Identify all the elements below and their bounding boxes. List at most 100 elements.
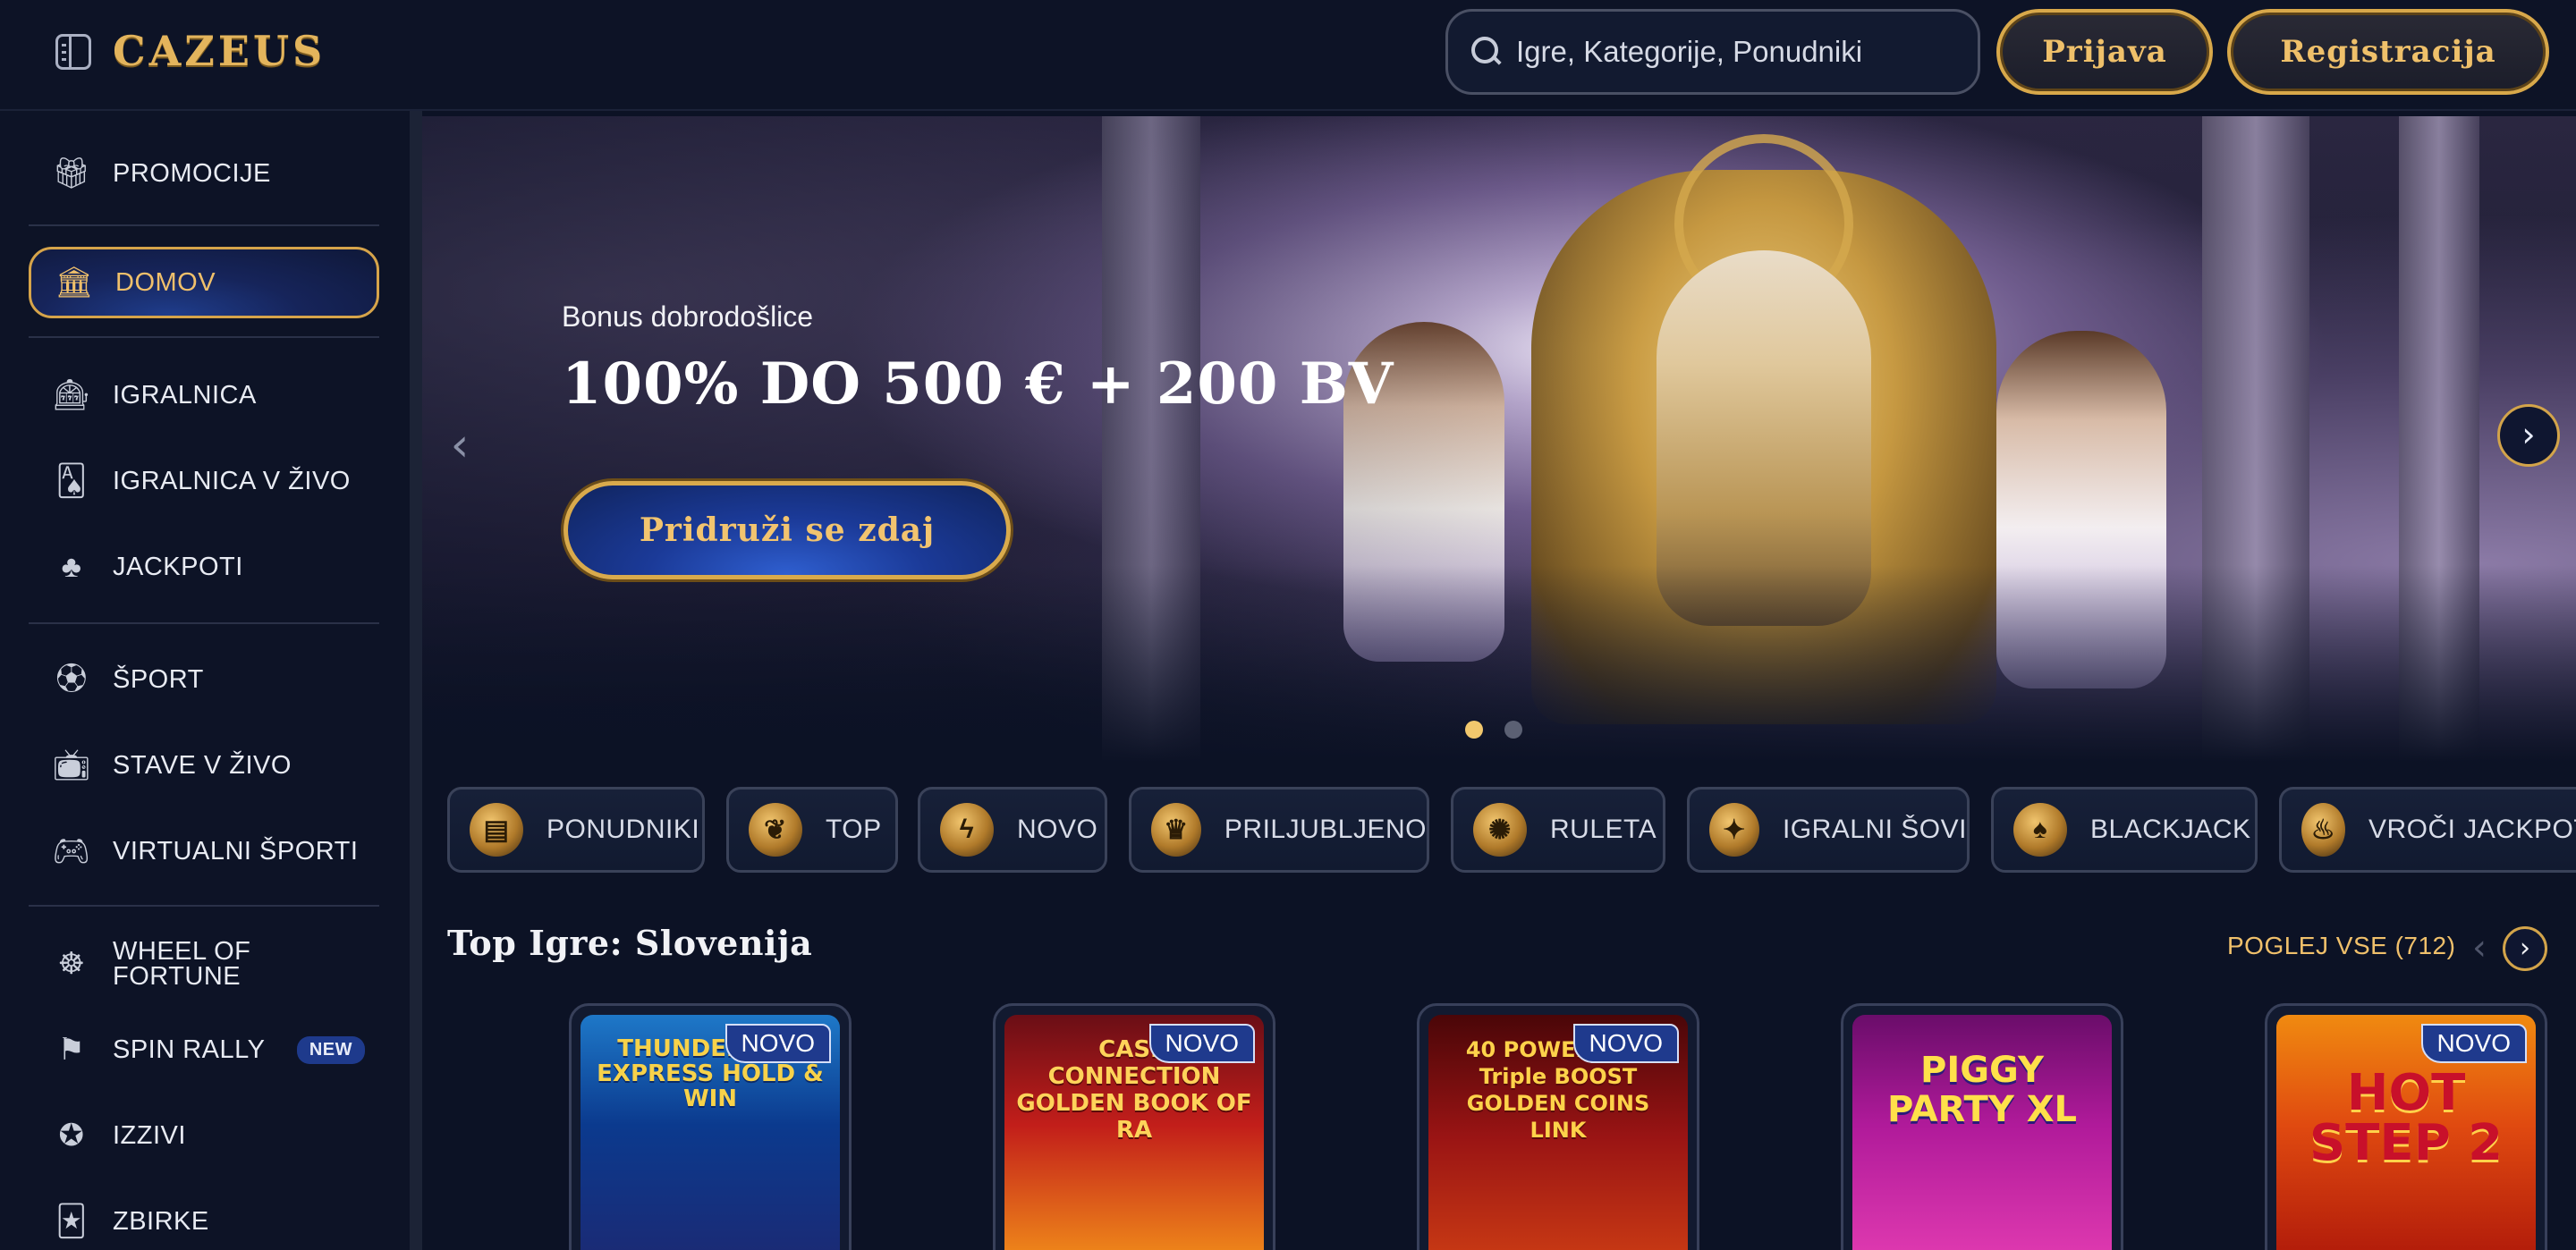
flame-icon: ♨ (2301, 803, 2345, 857)
sidebar-item-label: PROMOCIJE (113, 158, 271, 188)
game-title: HOT STEP 2 (2309, 1064, 2504, 1172)
chip-label: RULETA (1550, 815, 1657, 844)
game-card[interactable]: HOT STEP 2 NOVO (2265, 1003, 2547, 1250)
sidebar-item-wheel-of-fortune[interactable]: ☸ WHEEL OF FORTUNE (29, 928, 379, 1000)
game-thumbnail: 40 POWER HOT Triple BOOST GOLDEN COINS L… (1428, 1015, 1688, 1250)
crown-icon: ♛ (1151, 803, 1201, 857)
sidebar-item-label: DOMOV (115, 267, 216, 297)
novo-badge: NOVO (1572, 1024, 1679, 1063)
new-badge: NEW (296, 1035, 365, 1064)
carousel-next-icon[interactable]: › (2497, 404, 2560, 467)
game-card[interactable]: 40 POWER HOT Triple BOOST GOLDEN COINS L… (1417, 1003, 1699, 1250)
novo-badge: NOVO (724, 1024, 831, 1063)
cards-icon: ♠ (2013, 803, 2067, 857)
search-icon (1471, 37, 1502, 67)
search-bar[interactable] (1445, 9, 1980, 95)
see-all-link[interactable]: POGLEJ VSE (712) (2227, 932, 2455, 960)
sidebar-item-label: ŠPORT (113, 664, 204, 694)
carousel-prev-icon[interactable]: ‹ (442, 418, 478, 472)
roulette-icon: ✺ (1473, 803, 1527, 857)
chip-blackjack[interactable]: ♠ BLACKJACK (1991, 787, 2258, 873)
sidebar-item-label: IZZIVI (113, 1120, 186, 1150)
chip-label: IGRALNI ŠOVI (1782, 815, 1967, 844)
sidebar-item-jackpoti[interactable]: ♣ JACKPOTI (29, 531, 379, 603)
carousel-dot-1[interactable] (1465, 721, 1483, 739)
gamepad-icon: 🎮︎ (52, 834, 91, 868)
show-icon: ✦ (1709, 803, 1759, 857)
temple-icon: 🏛︎ (55, 266, 94, 300)
novo-badge: NOVO (1148, 1024, 1255, 1063)
chip-label: PONUDNIKI (547, 815, 700, 844)
register-button[interactable]: Registracija (2227, 9, 2549, 95)
hero-shade (422, 116, 1585, 762)
chip-igralni-sovi[interactable]: ✦ IGRALNI ŠOVI (1687, 787, 1970, 873)
hero-subtitle: Bonus dobrodošlice (562, 300, 814, 333)
sidebar-item-sport[interactable]: ⚽︎ ŠPORT (29, 644, 379, 715)
carousel-dot-2[interactable] (1504, 721, 1522, 739)
chip-label: NOVO (1017, 815, 1098, 844)
join-now-button[interactable]: Pridruži se zdaj (564, 481, 1011, 579)
chip-vroci-jackpoti[interactable]: ♨ VROČI JACKPOTI (2279, 787, 2576, 873)
lightning-icon: ϟ (940, 803, 994, 857)
sidebar-item-promocije[interactable]: 🎁︎ PROMOCIJE (29, 138, 379, 209)
live-card-icon: 🂡 (55, 464, 88, 498)
games-next-icon[interactable]: › (2503, 926, 2547, 971)
sidebar-item-label: IGRALNICA (113, 380, 257, 410)
hero-banner[interactable]: Bonus dobrodošlice 100% DO 500 € + 200 B… (422, 116, 2576, 762)
game-card[interactable]: THUNDERLINE EXPRESS HOLD & WIN NOVO (569, 1003, 852, 1250)
chip-priljubljeno[interactable]: ♛ PRILJUBLJENO (1129, 787, 1429, 873)
sidebar-item-label: JACKPOTI (113, 552, 243, 581)
site-logo[interactable]: CAZEUS (113, 27, 326, 75)
cards-collection-icon: 🃏︎ (55, 1204, 88, 1238)
sidebar-item-igralnica-v-zivo[interactable]: 🂡 IGRALNICA V ŽIVO (29, 445, 379, 517)
sidebar-scrollbar[interactable] (410, 111, 422, 1250)
wheel-icon: ☸ (57, 947, 86, 981)
medal-icon: ✪ (58, 1119, 85, 1153)
login-button[interactable]: Prijava (1996, 9, 2213, 95)
section-title-top-games: Top Igre: Slovenija (447, 923, 813, 963)
sidebar-item-zbirke[interactable]: 🃏︎ ZBIRKE (29, 1186, 379, 1250)
chip-novo[interactable]: ϟ NOVO (918, 787, 1107, 873)
sidebar-divider (29, 224, 379, 226)
sidebar-item-label: SPIN RALLY (113, 1035, 266, 1064)
gift-icon: 🎁︎ (52, 156, 91, 190)
category-chips: ▤ PONUDNIKI ❦ TOP ϟ NOVO ♛ PRILJUBLJENO … (447, 787, 2576, 873)
sidebar-item-label: IGRALNICA V ŽIVO (113, 466, 351, 495)
clover-icon: ♣ (61, 550, 82, 584)
sidebar-divider (29, 905, 379, 907)
search-input[interactable] (1516, 35, 1963, 69)
sidebar-toggle-icon[interactable] (55, 34, 91, 70)
laurel-icon: ❦ (749, 803, 802, 857)
game-thumbnail: PIGGY PARTY XL (1852, 1015, 2112, 1250)
game-card[interactable]: PIGGY PARTY XL (1841, 1003, 2123, 1250)
games-prev-icon[interactable]: ‹ (2462, 926, 2497, 969)
chip-top[interactable]: ❦ TOP (726, 787, 898, 873)
game-title: PIGGY PARTY XL (1886, 1050, 2078, 1130)
sidebar-item-label: WHEEL OF FORTUNE (113, 937, 251, 991)
sidebar-item-label: STAVE V ŽIVO (113, 750, 292, 780)
sidebar-item-label: ZBIRKE (113, 1206, 209, 1236)
sidebar-item-izzivi[interactable]: ✪ IZZIVI (29, 1100, 379, 1171)
chip-label: BLACKJACK (2090, 815, 2251, 844)
sidebar-item-stave-v-zivo[interactable]: 📺︎ STAVE V ŽIVO (29, 730, 379, 801)
sidebar-item-domov[interactable]: 🏛︎ DOMOV (29, 247, 379, 318)
hero-title: 100% DO 500 € + 200 BV (562, 351, 1394, 418)
chip-label: TOP (826, 815, 882, 844)
novo-badge: NOVO (2420, 1024, 2527, 1063)
sidebar-item-igralnica[interactable]: 🎰︎ IGRALNICA (29, 359, 379, 431)
chip-ponudniki[interactable]: ▤ PONUDNIKI (447, 787, 705, 873)
chip-ruleta[interactable]: ✺ RULETA (1451, 787, 1665, 873)
game-thumbnail: CASH CONNECTION GOLDEN BOOK OF RA NOVO (1004, 1015, 1264, 1250)
soccer-ball-icon: ⚽︎ (55, 663, 88, 697)
scroll-icon: ▤ (470, 803, 523, 857)
race-flag-icon: ⚑ (57, 1033, 86, 1067)
sidebar-item-spin-rally[interactable]: ⚑ SPIN RALLY NEW (29, 1014, 379, 1085)
game-thumbnail: HOT STEP 2 NOVO (2276, 1015, 2536, 1250)
sidebar-item-virtualni-sporti[interactable]: 🎮︎ VIRTUALNI ŠPORTI (29, 815, 379, 887)
sidebar-divider (29, 622, 379, 624)
live-broadcast-icon: 📺︎ (52, 748, 91, 782)
game-card[interactable]: CASH CONNECTION GOLDEN BOOK OF RA NOVO (993, 1003, 1275, 1250)
slot-machine-icon: 🎰︎ (52, 378, 91, 412)
game-thumbnail: THUNDERLINE EXPRESS HOLD & WIN NOVO (580, 1015, 840, 1250)
sidebar: 🎁︎ PROMOCIJE 🏛︎ DOMOV 🎰︎ IGRALNICA 🂡 IGR… (0, 111, 410, 1250)
